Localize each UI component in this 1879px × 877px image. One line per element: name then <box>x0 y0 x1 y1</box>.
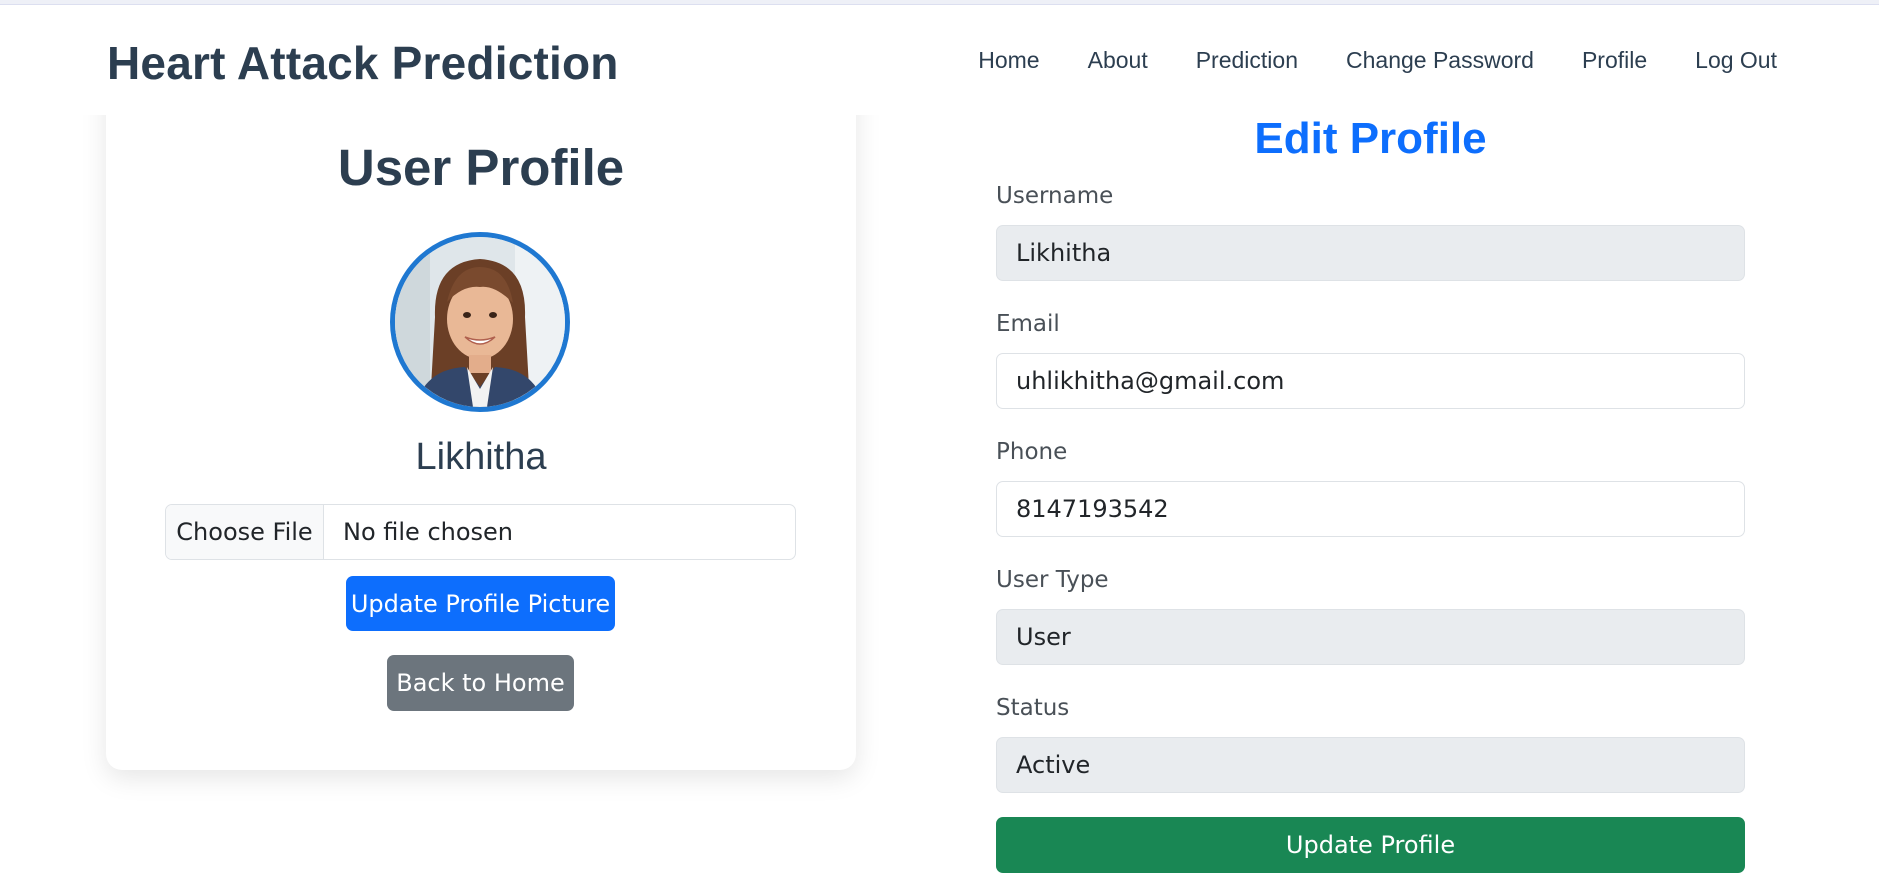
user-photo-icon <box>395 237 565 407</box>
nav-home[interactable]: Home <box>978 47 1039 74</box>
avatar <box>390 232 570 412</box>
nav-logout[interactable]: Log Out <box>1695 47 1777 74</box>
username-field[interactable]: Likhitha <box>996 225 1745 281</box>
brand-title[interactable]: Heart Attack Prediction <box>107 36 619 90</box>
update-profile-button[interactable]: Update Profile <box>996 817 1745 873</box>
choose-file-button[interactable]: Choose File <box>166 505 324 559</box>
file-input[interactable]: Choose File No file chosen <box>165 504 796 560</box>
username-label: Username <box>996 183 1114 209</box>
status-field[interactable]: Active <box>996 737 1745 793</box>
email-label: Email <box>996 311 1060 337</box>
profile-title: User Profile <box>337 139 625 196</box>
file-status: No file chosen <box>343 518 514 546</box>
status-label: Status <box>996 695 1070 721</box>
nav-prediction[interactable]: Prediction <box>1196 47 1298 74</box>
update-profile-picture-button[interactable]: Update Profile Picture <box>346 576 615 631</box>
email-field[interactable]: uhlikhitha@gmail.com <box>996 353 1745 409</box>
navbar: Heart Attack Prediction Home About Predi… <box>0 5 1879 115</box>
edit-profile-title: Edit Profile <box>1254 114 1487 163</box>
phone-field[interactable]: 8147193542 <box>996 481 1745 537</box>
phone-label: Phone <box>996 439 1068 465</box>
user-type-label: User Type <box>996 567 1109 593</box>
profile-username: Likhitha <box>415 436 547 478</box>
nav-profile[interactable]: Profile <box>1582 47 1647 74</box>
user-type-field[interactable]: User <box>996 609 1745 665</box>
nav-links: Home About Prediction Change Password Pr… <box>978 47 1777 74</box>
back-to-home-button[interactable]: Back to Home <box>387 655 574 711</box>
nav-about[interactable]: About <box>1088 47 1148 74</box>
nav-change-password[interactable]: Change Password <box>1346 47 1534 74</box>
